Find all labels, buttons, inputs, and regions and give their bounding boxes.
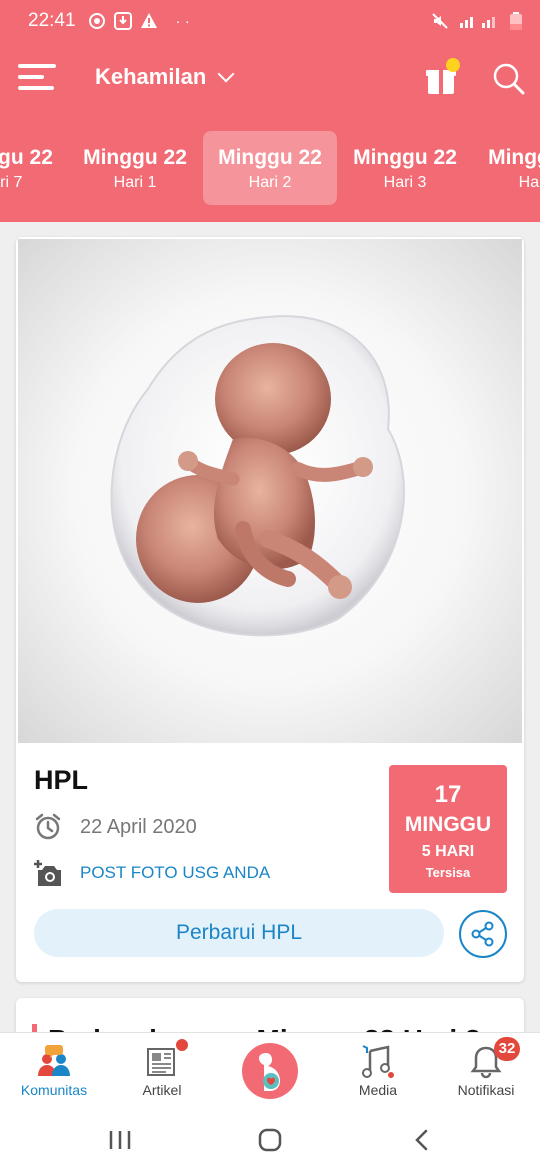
countdown-days: 5 HARI xyxy=(421,843,475,860)
post-usg-photo-label: POST FOTO USG ANDA xyxy=(80,863,271,882)
pregnant-woman-icon xyxy=(259,1053,280,1091)
post-usg-photo-link[interactable]: POST FOTO USG ANDA xyxy=(34,859,270,887)
add-photo-icon xyxy=(34,860,61,886)
nav-notifikasi[interactable]: 32 Notifikasi xyxy=(432,1033,540,1109)
fetus-illustration xyxy=(18,239,522,743)
artikel-badge-dot xyxy=(174,1037,190,1053)
countdown-unit: MINGGU xyxy=(404,813,492,836)
nav-komunitas[interactable]: Komunitas xyxy=(0,1033,108,1109)
section-title: Kehamilan xyxy=(95,64,207,89)
nav-label: Artikel xyxy=(142,1082,182,1098)
mute-icon xyxy=(432,13,448,29)
gift-icon[interactable] xyxy=(426,58,460,94)
nav-label: Komunitas xyxy=(20,1082,88,1098)
tab-week-label: Minggu 22 xyxy=(218,146,322,169)
share-icon[interactable] xyxy=(459,910,507,958)
hamburger-menu-icon[interactable] xyxy=(18,64,56,92)
tab-day-selected[interactable]: Minggu 22 Hari 2 xyxy=(203,131,337,205)
hpl-title: HPL xyxy=(34,765,88,795)
countdown-number: 17 xyxy=(434,781,462,808)
alarm-clock-icon xyxy=(35,813,61,840)
app-bar: Kehamilan xyxy=(0,42,540,118)
tab-day[interactable]: Minggu 22 Hari 1 xyxy=(68,131,202,205)
bottom-nav: Komunitas Artikel Media 32 Notifikasi xyxy=(0,1032,540,1108)
community-icon xyxy=(38,1045,70,1076)
system-nav-bar xyxy=(0,1108,540,1170)
more-notifications-icon: · · xyxy=(175,12,190,30)
search-icon[interactable] xyxy=(492,62,526,96)
tab-day-label: Hari 2 xyxy=(248,174,292,191)
status-bar: 22:41 · · xyxy=(0,0,540,42)
nav-media[interactable]: Media xyxy=(324,1033,432,1109)
pregnancy-home-button[interactable] xyxy=(242,1043,298,1099)
countdown-badge: 17 MINGGU 5 HARI Tersisa xyxy=(389,765,507,893)
notification-count-badge: 32 xyxy=(494,1037,520,1061)
status-system-icons xyxy=(432,12,522,30)
nav-label: Notifikasi xyxy=(457,1082,515,1098)
home-icon[interactable] xyxy=(250,1126,290,1154)
chevron-down-icon xyxy=(217,65,235,83)
status-time: 22:41 xyxy=(28,10,76,31)
tab-day-label: Hari 4 xyxy=(518,174,540,191)
tab-week-label: Minggu 22 xyxy=(0,146,53,169)
tab-day[interactable]: Minggu 22 Hari 3 xyxy=(338,131,472,205)
tab-day-label: Hari 3 xyxy=(383,174,427,191)
tab-week-label: Minggu 22 xyxy=(83,146,187,169)
music-note-icon xyxy=(362,1045,394,1078)
section-dropdown[interactable]: Kehamilan xyxy=(95,64,235,90)
sync-icon xyxy=(88,13,105,29)
countdown-remaining-label: Tersisa xyxy=(425,865,471,880)
update-hpl-button[interactable]: Perbarui HPL xyxy=(34,909,444,957)
tab-day-label: Hari 7 xyxy=(0,174,23,191)
signal-icon xyxy=(460,17,495,28)
hpl-card: HPL 22 April 2020 POST FOTO USG ANDA 17 … xyxy=(16,237,524,982)
day-tabs: Minggu 22 Hari 7 Minggu 22 Hari 1 Minggu… xyxy=(0,118,540,222)
tab-week-label: Minggu 22 xyxy=(488,146,540,169)
recent-apps-icon[interactable] xyxy=(100,1126,140,1154)
status-notification-icons: · · xyxy=(88,12,190,30)
tab-week-label: Minggu 22 xyxy=(353,146,457,169)
nav-label: Media xyxy=(358,1082,398,1098)
download-icon xyxy=(113,12,132,30)
due-date-row: 22 April 2020 xyxy=(34,813,197,841)
gift-notification-dot xyxy=(446,58,460,72)
due-date-value: 22 April 2020 xyxy=(80,815,197,838)
tab-day-label: Hari 1 xyxy=(113,174,157,191)
warning-icon xyxy=(140,13,157,28)
tab-day[interactable]: Minggu 22 Hari 7 xyxy=(0,131,68,205)
nav-artikel[interactable]: Artikel xyxy=(108,1033,216,1109)
battery-icon xyxy=(510,12,522,30)
back-icon[interactable] xyxy=(402,1126,442,1154)
tab-day[interactable]: Minggu 22 Hari 4 xyxy=(473,131,540,205)
